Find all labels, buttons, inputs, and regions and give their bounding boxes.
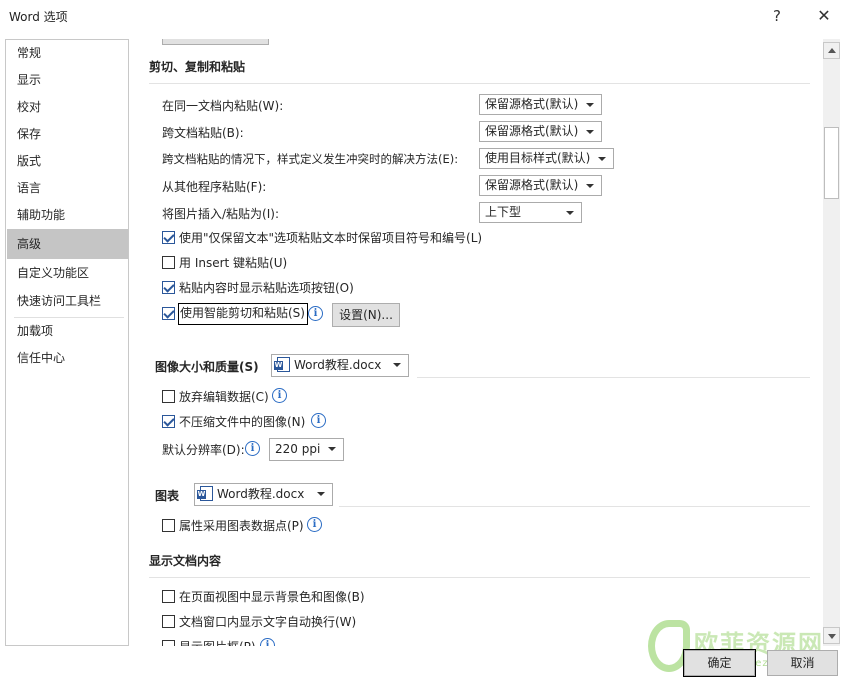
no-compress-images-checkbox[interactable] (162, 415, 175, 428)
paste-same-doc-label: 在同一文档内粘贴(W): (162, 99, 284, 113)
section-divider (149, 577, 810, 578)
section-divider (149, 83, 810, 84)
sidebar-item-addins[interactable]: 加载项 (7, 318, 128, 345)
section-divider (417, 377, 810, 378)
paste-other-programs-label: 从其他程序粘贴(F): (162, 180, 267, 194)
chevron-down-icon (598, 157, 606, 161)
sidebar-item-language[interactable]: 语言 (7, 175, 128, 202)
paste-other-programs-dropdown[interactable]: 保留源格式(默认) (479, 175, 602, 196)
scrolled-button[interactable] (162, 39, 269, 45)
no-compress-images-label[interactable]: 不压缩文件中的图像(N) (179, 413, 305, 430)
window-title: Word 选项 (9, 10, 68, 24)
keep-bullets-checkbox[interactable] (162, 231, 175, 244)
show-paste-options-label[interactable]: 粘贴内容时显示粘贴选项按钮(O) (179, 279, 354, 296)
section-title-cut-copy-paste: 剪切、复制和粘贴 (149, 60, 246, 74)
discard-editing-data-checkbox[interactable] (162, 390, 175, 403)
background-colors-checkbox[interactable] (162, 590, 175, 603)
default-resolution-value: 220 ppi (275, 442, 321, 456)
paste-same-doc-dropdown[interactable]: 保留源格式(默认) (479, 94, 602, 115)
insert-picture-as-dropdown[interactable]: 上下型 (479, 202, 582, 223)
section-title-chart: 图表 (155, 489, 180, 503)
cancel-button[interactable]: 取消 (767, 650, 838, 676)
close-icon[interactable]: ✕ (813, 5, 835, 27)
style-conflict-value: 使用目标样式(默认) (485, 151, 591, 165)
scroll-up-icon[interactable] (823, 42, 840, 59)
chart-data-point-checkbox[interactable] (162, 519, 175, 532)
image-quality-document-dropdown[interactable]: Word教程.docx (271, 354, 409, 377)
paste-between-docs-value: 保留源格式(默认) (485, 124, 579, 138)
text-wrap-label[interactable]: 文档窗口内显示文字自动换行(W) (179, 613, 356, 630)
sidebar-item-save[interactable]: 保存 (7, 121, 128, 148)
sidebar-item-display[interactable]: 显示 (7, 67, 128, 94)
chevron-down-icon (317, 492, 325, 496)
paste-between-docs-label: 跨文档粘贴(B): (162, 126, 244, 140)
word-document-icon (274, 357, 290, 372)
insert-key-paste-checkbox[interactable] (162, 256, 175, 269)
paste-other-programs-value: 保留源格式(默认) (485, 178, 579, 192)
keep-bullets-label[interactable]: 使用"仅保留文本"选项粘贴文本时保留项目符号和编号(L) (179, 229, 482, 246)
section-divider (339, 506, 810, 507)
discard-editing-data-label[interactable]: 放弃编辑数据(C) (179, 388, 269, 405)
content-scrollbar[interactable] (823, 39, 840, 646)
show-paste-options-checkbox[interactable] (162, 281, 175, 294)
paste-between-docs-dropdown[interactable]: 保留源格式(默认) (479, 121, 602, 142)
paste-same-doc-value: 保留源格式(默认) (485, 97, 579, 111)
section-title-show-document-content: 显示文档内容 (149, 554, 222, 568)
section-title-image-quality: 图像大小和质量(S) (155, 360, 259, 374)
info-icon[interactable]: i (308, 306, 323, 321)
title-bar: Word 选项 ? ✕ (0, 0, 850, 32)
info-icon[interactable]: i (272, 388, 287, 403)
chevron-down-icon (586, 130, 594, 134)
insert-picture-as-label: 将图片插入/粘贴为(I): (162, 207, 279, 221)
smart-cut-paste-checkbox[interactable] (162, 307, 175, 320)
chevron-down-icon (586, 184, 594, 188)
sidebar-item-customize-ribbon[interactable]: 自定义功能区 (7, 260, 128, 287)
style-conflict-dropdown[interactable]: 使用目标样式(默认) (479, 148, 614, 169)
chart-document-value: Word教程.docx (217, 487, 305, 501)
insert-key-paste-label[interactable]: 用 Insert 键粘贴(U) (179, 254, 287, 271)
background-colors-label[interactable]: 在页面视图中显示背景色和图像(B) (179, 588, 365, 605)
info-icon[interactable]: i (307, 517, 322, 532)
image-quality-document-value: Word教程.docx (294, 358, 382, 372)
default-resolution-dropdown[interactable]: 220 ppi (269, 438, 344, 461)
info-icon[interactable]: i (260, 638, 275, 646)
sidebar-item-typography[interactable]: 版式 (7, 148, 128, 175)
picture-placeholders-checkbox[interactable] (162, 640, 175, 646)
sidebar-item-advanced[interactable]: 高级 (7, 229, 128, 259)
sidebar-item-quick-access-toolbar[interactable]: 快速访问工具栏 (7, 288, 128, 315)
sidebar-item-general[interactable]: 常规 (7, 40, 128, 67)
chevron-down-icon (566, 211, 574, 215)
smart-cut-paste-label[interactable]: 使用智能剪切和粘贴(S) (178, 303, 308, 325)
chevron-down-icon (393, 363, 401, 367)
scroll-thumb[interactable] (824, 127, 839, 199)
smart-cut-settings-button[interactable]: 设置(N)... (332, 303, 400, 327)
chart-document-dropdown[interactable]: Word教程.docx (194, 483, 333, 506)
style-conflict-label: 跨文档粘贴的情况下，样式定义发生冲突时的解决方法(E): (162, 152, 459, 166)
scroll-down-icon[interactable] (823, 627, 840, 644)
default-resolution-label: 默认分辨率(D): (162, 443, 245, 457)
sidebar-item-proofing[interactable]: 校对 (7, 94, 128, 121)
help-icon[interactable]: ? (766, 5, 788, 27)
chevron-down-icon (328, 447, 336, 451)
chart-data-point-label[interactable]: 属性采用图表数据点(P) (179, 517, 304, 534)
info-icon[interactable]: i (245, 441, 260, 456)
ok-button[interactable]: 确定 (683, 649, 756, 677)
advanced-options-panel: 剪切、复制和粘贴 在同一文档内粘贴(W): 保留源格式(默认) 跨文档粘贴(B)… (149, 39, 821, 646)
chevron-down-icon (586, 103, 594, 107)
insert-picture-as-value: 上下型 (485, 205, 522, 219)
sidebar-item-accessibility[interactable]: 辅助功能 (7, 202, 128, 229)
sidebar-item-trust-center[interactable]: 信任中心 (7, 345, 128, 372)
text-wrap-checkbox[interactable] (162, 615, 175, 628)
info-icon[interactable]: i (311, 413, 326, 428)
options-sidebar: 常规 显示 校对 保存 版式 语言 辅助功能 高级 自定义功能区 快速访问工具栏… (5, 39, 129, 646)
word-document-icon (197, 486, 213, 501)
picture-placeholders-label[interactable]: 显示图片框(P) (179, 638, 256, 646)
